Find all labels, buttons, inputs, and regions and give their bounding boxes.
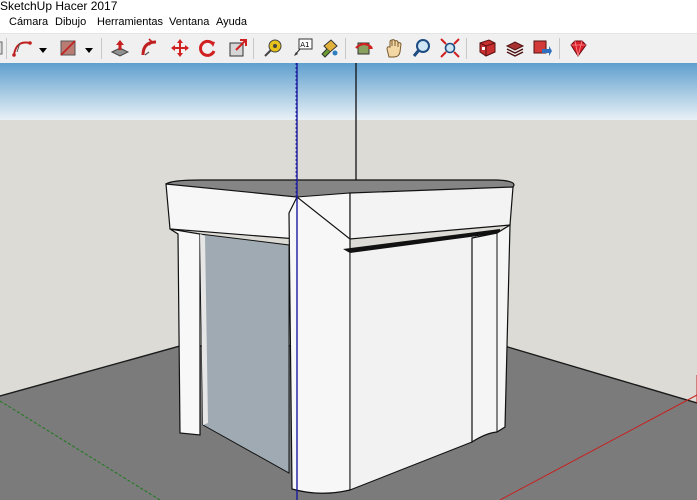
toolbar-separator <box>253 38 254 59</box>
window-title: SketchUp Hacer 2017 <box>0 0 118 13</box>
menu-ventana[interactable]: Ventana <box>169 16 209 28</box>
toolbar-separator <box>466 38 467 59</box>
tape-measure-icon[interactable] <box>262 37 284 59</box>
scale-icon[interactable] <box>227 37 249 59</box>
shape-tool-icon[interactable] <box>57 37 79 59</box>
toolbar-separator <box>559 38 560 59</box>
zoom-extents-icon[interactable] <box>439 37 461 59</box>
orbit-icon[interactable] <box>353 37 375 59</box>
follow-me-icon[interactable] <box>139 37 161 59</box>
arc-tool-icon[interactable] <box>11 37 33 59</box>
menu-herramientas[interactable]: Herramientas <box>97 16 163 28</box>
sky <box>0 63 697 120</box>
share-model-icon[interactable] <box>531 37 553 59</box>
main-toolbar: A1 <box>0 33 697 64</box>
toolbar-separator <box>345 38 346 59</box>
menu-ayuda[interactable]: Ayuda <box>216 16 247 28</box>
pan-icon[interactable] <box>383 37 405 59</box>
modeling-viewport[interactable] <box>0 63 697 500</box>
scene-canvas[interactable] <box>0 63 697 500</box>
menu-camara[interactable]: Cámara <box>9 16 48 28</box>
menu-dibujo[interactable]: Dibujo <box>55 16 86 28</box>
arc-dropdown-chevron-icon[interactable] <box>38 42 48 53</box>
right-pier <box>471 223 511 444</box>
extension-icon[interactable] <box>504 37 526 59</box>
toolbar-separator <box>6 38 7 59</box>
title-bar: SketchUp Hacer 2017 <box>0 0 697 14</box>
paint-icon[interactable] <box>318 37 340 59</box>
rotate-icon[interactable] <box>196 37 218 59</box>
shape-dropdown-chevron-icon[interactable] <box>84 42 94 53</box>
menu-bar: Cámara Dibujo Herramientas Ventana Ayuda <box>0 14 697 32</box>
text-label-icon[interactable]: A1 <box>291 37 313 59</box>
push-pull-icon[interactable] <box>109 37 131 59</box>
corner-pillar <box>288 196 351 494</box>
toolbar-separator <box>101 38 102 59</box>
warehouse-icon[interactable] <box>476 37 498 59</box>
text-label-glyph: A1 <box>300 41 309 49</box>
move-icon[interactable] <box>169 37 191 59</box>
ruby-icon[interactable] <box>567 37 589 59</box>
zoom-icon[interactable] <box>411 37 433 59</box>
